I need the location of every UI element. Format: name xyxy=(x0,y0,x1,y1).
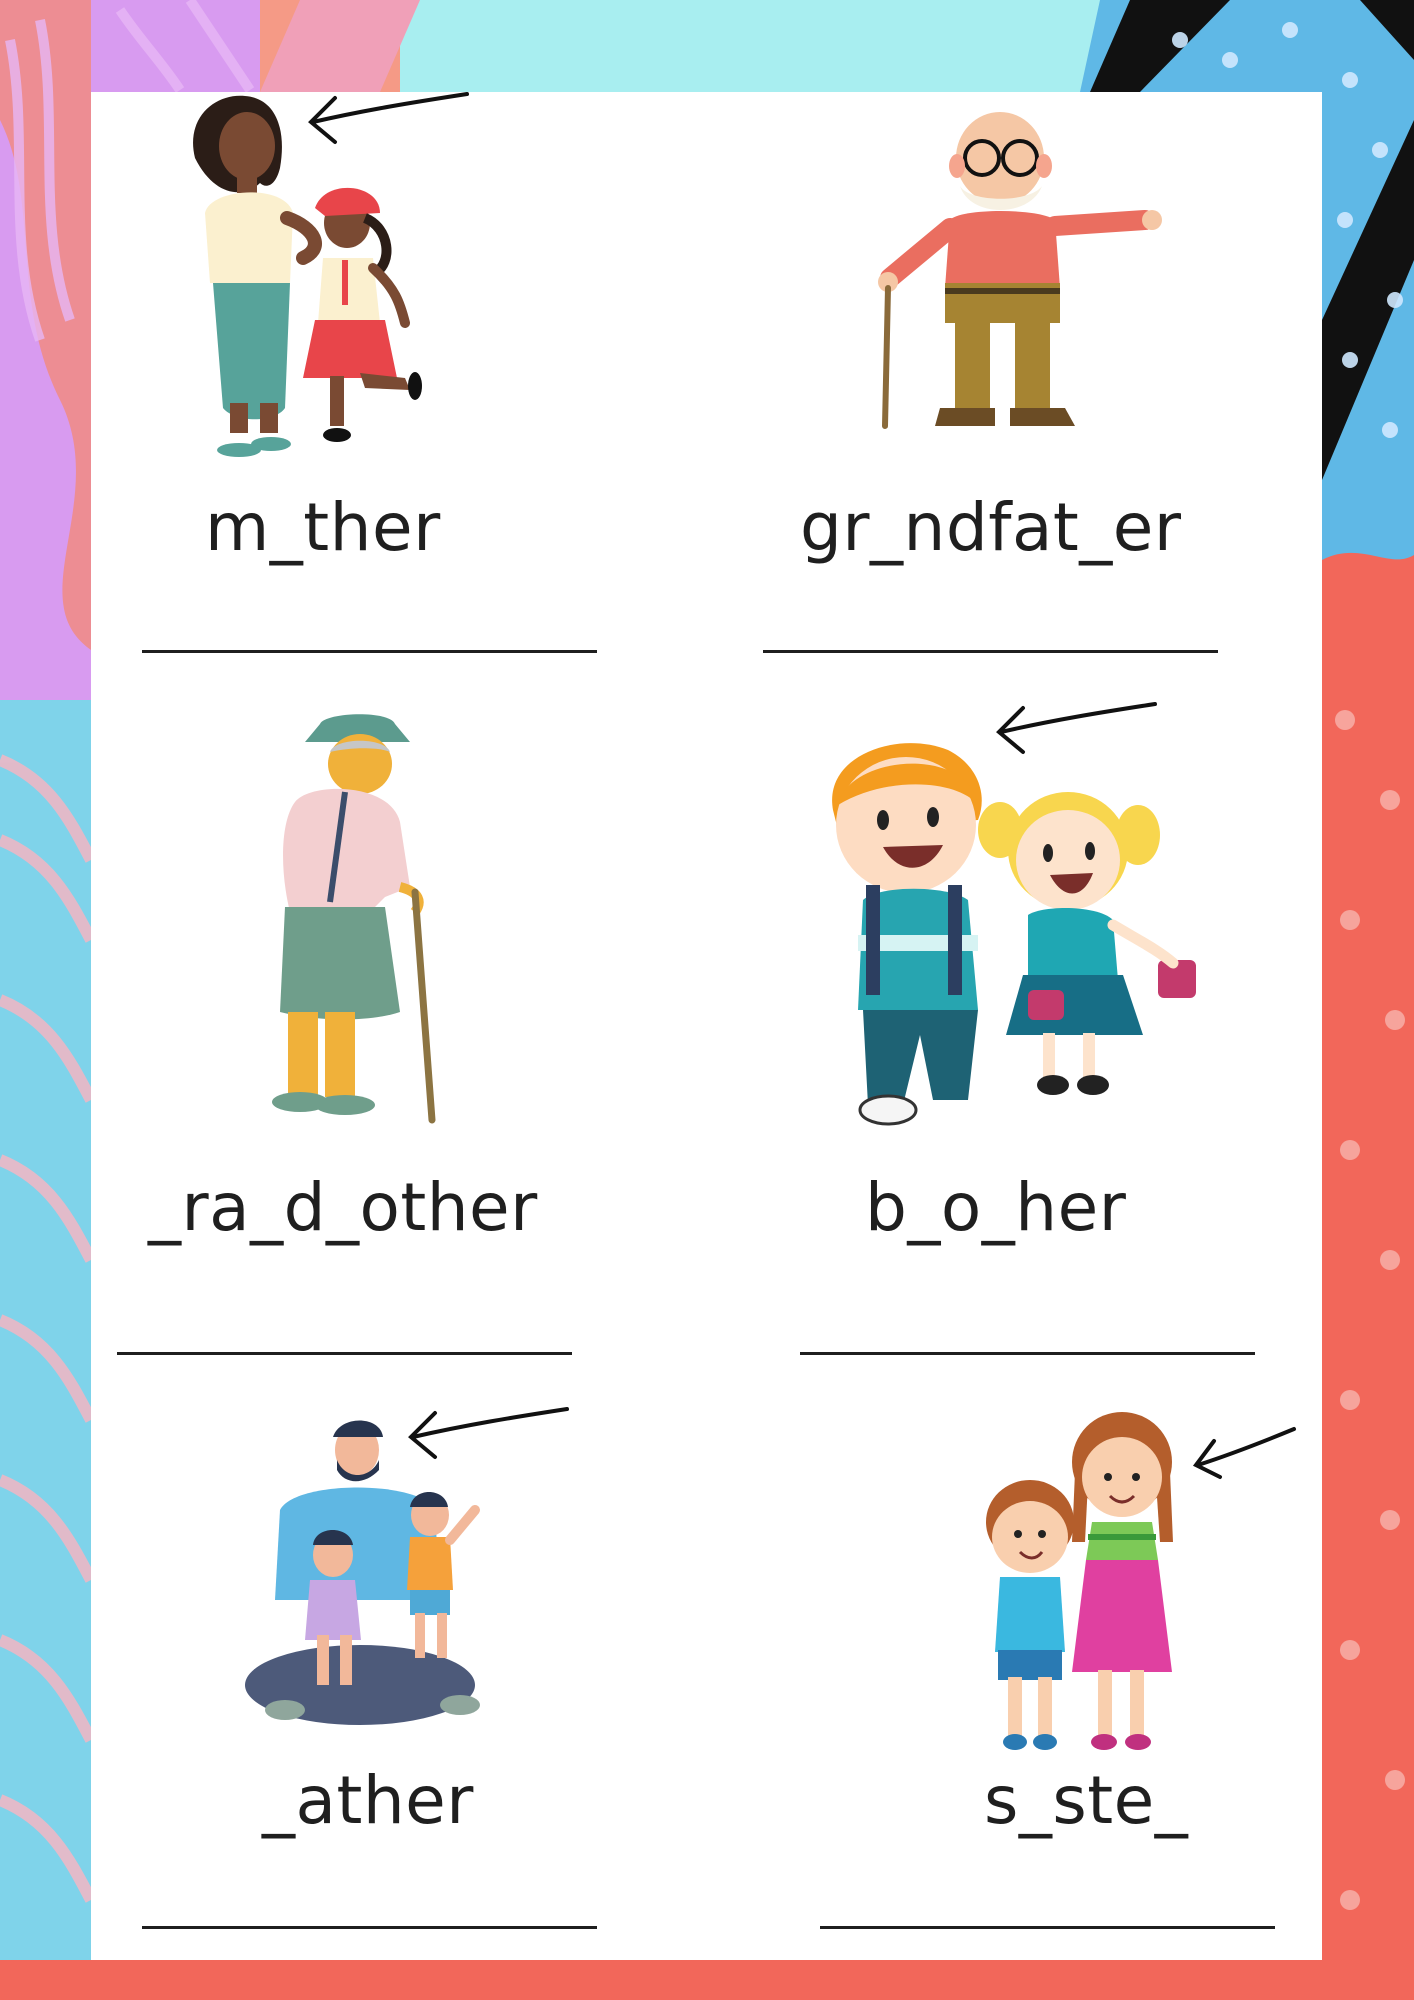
pointing-arrow-icon xyxy=(308,92,469,144)
grandmother-with-cane-illustration xyxy=(272,714,436,1124)
grandfather-with-cane-illustration xyxy=(878,112,1162,429)
pointing-arrow-icon xyxy=(996,702,1157,754)
word-puzzle-father: _ather xyxy=(262,1762,474,1839)
pointing-arrow-icon xyxy=(1192,1427,1296,1479)
answer-line-brother[interactable] xyxy=(800,1352,1255,1355)
brother-and-sister-walking-illustration xyxy=(832,743,1196,1126)
word-puzzle-sister: s_ste_ xyxy=(984,1762,1189,1839)
word-puzzle-grandfather: gr_ndfat_er xyxy=(800,489,1182,566)
answer-line-grandfather[interactable] xyxy=(763,650,1218,653)
sister-and-brother-standing-illustration xyxy=(986,1412,1173,1750)
pointing-arrow-icon xyxy=(408,1407,569,1459)
answer-line-mother[interactable] xyxy=(142,650,597,653)
word-puzzle-brother: b_o_her xyxy=(865,1169,1127,1246)
answer-line-grandmother[interactable] xyxy=(117,1352,572,1355)
word-puzzle-mother: m_ther xyxy=(205,489,441,566)
answer-line-father[interactable] xyxy=(142,1926,597,1929)
answer-line-sister[interactable] xyxy=(820,1926,1275,1929)
word-puzzle-grandmother: _ra_d_other xyxy=(148,1169,538,1246)
